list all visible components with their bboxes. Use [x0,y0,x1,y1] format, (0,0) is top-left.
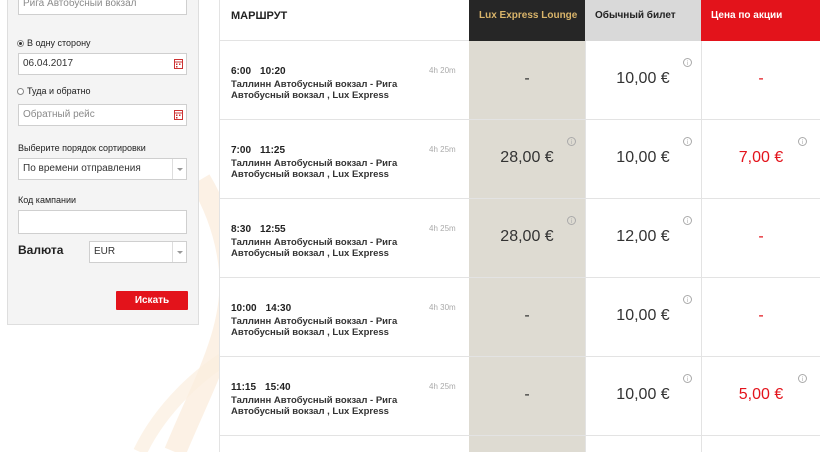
header-promo-price: Цена по акции [701,0,820,41]
depart-date-field[interactable]: 06.04.2017 [18,53,187,75]
standard-price[interactable]: 10,00 € [585,307,701,325]
lux-price[interactable]: 28,00 € [469,149,585,167]
arrive-time: 10:20 [260,66,286,77]
depart-time: 11:15 [231,382,257,393]
trip-times: 6:00 10:20 [231,66,286,77]
arrive-time: 15:40 [265,382,291,393]
lux-price[interactable]: - [469,307,585,325]
round-trip-option[interactable]: Туда и обратно [17,86,91,96]
sort-select[interactable]: По времени отправления [18,158,187,180]
arrive-time: 12:55 [260,224,286,235]
depart-date-value: 06.04.2017 [23,58,74,69]
info-icon[interactable]: i [683,216,692,225]
trip-duration: 4h 20m [429,66,456,75]
depart-time: 10:00 [231,303,257,314]
info-icon[interactable]: i [683,374,692,383]
return-date-placeholder: Обратный рейс [23,109,95,120]
info-icon[interactable]: i [683,295,692,304]
trip-times: 10:00 14:30 [231,303,291,314]
calendar-icon[interactable] [174,109,183,120]
round-trip-label: Туда и обратно [27,86,91,96]
promo-price[interactable]: - [701,70,820,88]
trip-times: 8:30 12:55 [231,224,286,235]
route-name: Таллинн Автобусный вокзал - Рига Автобус… [231,395,398,417]
campaign-code-input[interactable] [18,210,187,234]
trip-times: 11:15 15:40 [231,382,291,393]
promo-price[interactable]: 7,00 € [701,149,820,167]
trip-duration: 4h 25m [429,382,456,391]
search-panel: Рига Автобусный вокзал В одну сторону 06… [7,0,199,325]
trip-duration: 4h 25m [429,224,456,233]
currency-select-value: EUR [94,246,116,257]
promo-price[interactable]: - [701,228,820,246]
promo-price[interactable]: - [701,307,820,325]
campaign-label: Код кампании [18,195,77,205]
table-row: 11:15 15:40 4h 25m Таллинн Автобусный во… [220,357,820,436]
trip-duration: 4h 25m [429,145,456,154]
currency-label: Валюта [18,243,64,257]
info-icon[interactable]: i [798,137,807,146]
one-way-option[interactable]: В одну сторону [17,38,91,48]
standard-price[interactable]: 10,00 € [585,386,701,404]
chevron-down-icon[interactable] [172,159,186,179]
results-table: МАРШРУТ Lux Express Lounge Обычный билет… [219,0,820,452]
route-name: Таллинн Автобусный вокзал - Рига Автобус… [231,316,398,338]
route-name: Таллинн Автобусный вокзал - Рига Автобус… [231,237,398,259]
table-row: 10:00 14:30 4h 30m Таллинн Автобусный во… [220,278,820,357]
info-icon[interactable]: i [683,137,692,146]
standard-price[interactable]: 12,00 € [585,228,701,246]
info-icon[interactable]: i [567,137,576,146]
round-trip-radio[interactable] [17,87,24,95]
lux-price[interactable]: - [469,386,585,404]
sort-label: Выберите порядок сортировки [18,143,146,153]
header-standard-ticket: Обычный билет [585,0,701,41]
trip-times: 7:00 11:25 [231,145,285,156]
promo-price[interactable]: 5,00 € [701,386,820,404]
table-row: 8:30 12:55 4h 25m Таллинн Автобусный вок… [220,199,820,278]
calendar-icon[interactable] [174,58,183,69]
info-icon[interactable]: i [798,374,807,383]
trip-duration: 4h 30m [429,303,456,312]
chevron-down-icon[interactable] [172,242,186,262]
depart-time: 8:30 [231,224,252,235]
standard-price[interactable]: 10,00 € [585,70,701,88]
header-lux-lounge: Lux Express Lounge [469,0,585,41]
info-icon[interactable]: i [567,216,576,225]
lux-price[interactable]: - [469,70,585,88]
table-row: 6:00 10:20 4h 20m Таллинн Автобусный вок… [220,41,820,120]
depart-time: 7:00 [231,145,252,156]
one-way-label: В одну сторону [27,38,91,48]
depart-time: 6:00 [231,66,252,77]
search-button[interactable]: Искать [116,291,188,310]
from-field-value: Рига Автобусный вокзал [23,0,137,9]
header-route: МАРШРУТ [220,0,469,41]
arrive-time: 11:25 [260,145,286,156]
lux-price[interactable]: 28,00 € [469,228,585,246]
table-row: 7:00 11:25 4h 25m Таллинн Автобусный вок… [220,120,820,199]
return-date-field[interactable]: Обратный рейс [18,104,187,126]
standard-price[interactable]: 10,00 € [585,149,701,167]
route-name: Таллинн Автобусный вокзал - Рига Автобус… [231,79,398,101]
currency-select[interactable]: EUR [89,241,187,263]
from-field[interactable]: Рига Автобусный вокзал [18,0,187,15]
one-way-radio[interactable] [17,39,24,47]
route-name: Таллинн Автобусный вокзал - Рига Автобус… [231,158,398,180]
arrive-time: 14:30 [265,303,292,314]
info-icon[interactable]: i [683,58,692,67]
sort-select-value: По времени отправления [23,163,141,174]
